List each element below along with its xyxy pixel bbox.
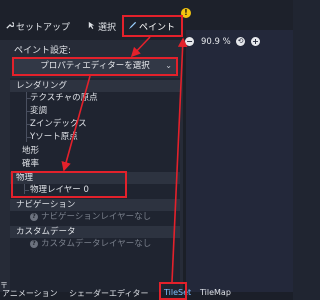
- zoom-reset-button[interactable]: ⟲: [236, 37, 245, 46]
- nav-layer-none-label: ナビゲーションレイヤーなし: [41, 212, 152, 222]
- select-tool-button[interactable]: 選択: [86, 20, 116, 33]
- category-navigation[interactable]: ナビゲーション: [10, 199, 180, 211]
- select-label: 選択: [98, 23, 117, 33]
- help-icon: ?: [30, 239, 38, 248]
- custom-data-layer-none-label: カスタムデータレイヤーなし: [41, 239, 152, 249]
- item-custom-data-layer-none: ? カスタムデータレイヤーなし: [30, 238, 151, 250]
- annotation-box-paint: [122, 15, 183, 37]
- item-probability[interactable]: 確率: [22, 158, 39, 170]
- item-y-sort-origin[interactable]: Yソート原点: [30, 131, 78, 143]
- tab-shader-editor[interactable]: シェーダーエディター: [69, 288, 148, 299]
- setup-label: セットアップ: [16, 23, 71, 33]
- tab-tilemap[interactable]: TileMap: [200, 288, 231, 297]
- paint-settings-label: ペイント設定:: [14, 46, 72, 56]
- setup-tool-button[interactable]: セットアップ: [4, 20, 70, 33]
- wrench-icon: [4, 21, 15, 33]
- item-texture-origin[interactable]: テクスチャの原点: [30, 92, 98, 104]
- zoom-value: 90.9 %: [201, 37, 231, 47]
- item-terrain[interactable]: 地形: [22, 145, 39, 157]
- tree-guide: [26, 92, 27, 142]
- zoom-out-button[interactable]: −: [185, 37, 194, 46]
- annotation-box-physics: [11, 171, 127, 198]
- item-z-index[interactable]: Zインデックス: [30, 118, 87, 130]
- zoom-in-button[interactable]: +: [251, 37, 260, 46]
- category-custom-data[interactable]: カスタムデータ: [10, 226, 180, 238]
- tile-viewport[interactable]: [186, 30, 293, 292]
- help-icon: ?: [30, 212, 38, 221]
- item-nav-layer-none: ? ナビゲーションレイヤーなし: [30, 211, 151, 223]
- category-rendering[interactable]: レンダリング: [10, 80, 180, 92]
- cursor-icon: [86, 21, 96, 33]
- annotation-box-tileset: [159, 282, 187, 300]
- item-modulate[interactable]: 変調: [30, 105, 47, 117]
- annotation-box-dropdown: [12, 57, 178, 76]
- tab-animation[interactable]: アニメーション: [2, 288, 58, 299]
